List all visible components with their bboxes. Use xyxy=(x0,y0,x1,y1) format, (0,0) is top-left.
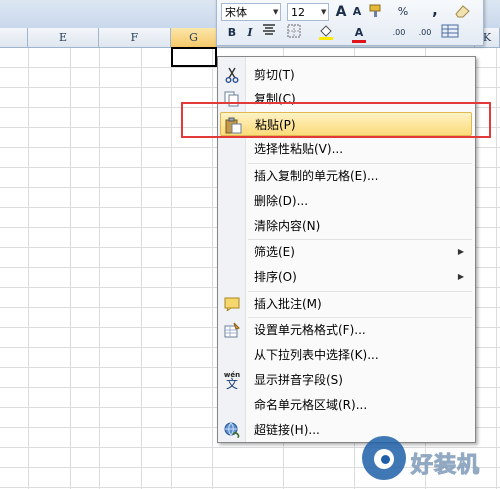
watermark-pupil xyxy=(381,455,390,464)
menu-item-label: 插入批注(M) xyxy=(254,297,322,311)
menu-item-label: 显示拼音字段(S) xyxy=(254,373,343,387)
eraser-icon[interactable] xyxy=(453,3,473,21)
mini-toolbar: 宋体 ▼ 12 ▼ A A % , B I A .00 .00 xyxy=(216,0,484,46)
chevron-down-icon[interactable]: ▼ xyxy=(273,8,278,16)
menu-item-sort[interactable]: 排序(O) ▶ xyxy=(220,265,472,289)
active-cell-g[interactable] xyxy=(171,47,217,67)
borders-icon[interactable] xyxy=(285,24,303,42)
column-header-f[interactable]: F xyxy=(99,28,171,47)
font-name-box[interactable]: 宋体 xyxy=(221,3,281,21)
decrease-decimal-button[interactable]: .00 xyxy=(413,24,437,42)
menu-item-insert-comment[interactable]: 插入批注(M) xyxy=(220,292,472,316)
menu-item-label: 剪切(T) xyxy=(254,68,295,82)
menu-item-cut[interactable]: 剪切(T) xyxy=(220,63,472,87)
menu-item-hyperlink[interactable]: 超链接(H)... xyxy=(220,418,472,442)
menu-item-label: 插入复制的单元格(E)... xyxy=(254,169,379,183)
submenu-arrow-icon: ▶ xyxy=(457,272,464,281)
column-header-e[interactable]: E xyxy=(28,28,99,47)
column-header-partial[interactable] xyxy=(0,28,28,47)
bold-button[interactable]: B xyxy=(225,24,239,42)
menu-item-pick-from-list[interactable]: 从下拉列表中选择(K)... xyxy=(220,343,472,367)
menu-item-label: 超链接(H)... xyxy=(254,423,320,437)
scissors-icon xyxy=(223,66,241,84)
grow-font-button[interactable]: A xyxy=(333,3,349,21)
menu-item-format-cells[interactable]: 设置单元格格式(F)... xyxy=(220,318,472,342)
gridline xyxy=(28,48,29,489)
menu-item-label: 从下拉列表中选择(K)... xyxy=(254,348,379,362)
menu-item-insert-copied-cells[interactable]: 插入复制的单元格(E)... xyxy=(220,164,472,188)
menu-item-label: 选择性粘贴(V)... xyxy=(254,142,344,156)
increase-decimal-button[interactable]: .00 xyxy=(387,24,411,42)
comment-icon xyxy=(223,295,241,313)
menu-item-clear-contents[interactable]: 清除内容(N) xyxy=(220,214,472,238)
watermark-text: 好装机 xyxy=(410,453,481,479)
menu-item-label: 设置单元格格式(F)... xyxy=(254,323,366,337)
percent-button[interactable]: % xyxy=(395,3,411,21)
menu-item-delete[interactable]: 删除(D)... xyxy=(220,189,472,213)
comma-button[interactable]: , xyxy=(429,1,441,19)
shrink-font-button[interactable]: A xyxy=(350,3,364,21)
menu-item-filter[interactable]: 筛选(E) ▶ xyxy=(220,240,472,264)
gridline xyxy=(171,48,172,489)
menu-item-label: 排序(O) xyxy=(254,270,297,284)
menu-item-label: 筛选(E) xyxy=(254,245,295,259)
chevron-down-icon[interactable]: ▼ xyxy=(321,8,326,16)
gridline xyxy=(99,48,100,489)
menu-item-label: 清除内容(N) xyxy=(254,219,321,233)
font-color-swatch xyxy=(352,40,366,43)
hyperlink-icon xyxy=(223,421,241,439)
fill-color-icon[interactable] xyxy=(317,24,335,42)
menu-item-paste-special[interactable]: 选择性粘贴(V)... xyxy=(220,137,472,161)
pinyin-icon: wén 文 xyxy=(223,370,241,391)
column-header-g[interactable]: G xyxy=(171,28,217,47)
format-cells-icon xyxy=(223,321,241,339)
menu-item-label: 命名单元格区域(R)... xyxy=(254,398,368,412)
menu-item-define-name[interactable]: 命名单元格区域(R)... xyxy=(220,393,472,417)
format-painter-icon[interactable] xyxy=(367,3,385,21)
menu-item-label: 删除(D)... xyxy=(254,194,309,208)
format-table-icon[interactable] xyxy=(440,24,460,42)
menu-item-show-phonetic[interactable]: wén 文 显示拼音字段(S) xyxy=(220,368,472,392)
paste-highlight-annotation xyxy=(181,102,491,138)
italic-button[interactable]: I xyxy=(243,24,257,42)
submenu-arrow-icon: ▶ xyxy=(457,247,464,256)
align-center-icon[interactable] xyxy=(261,24,277,42)
